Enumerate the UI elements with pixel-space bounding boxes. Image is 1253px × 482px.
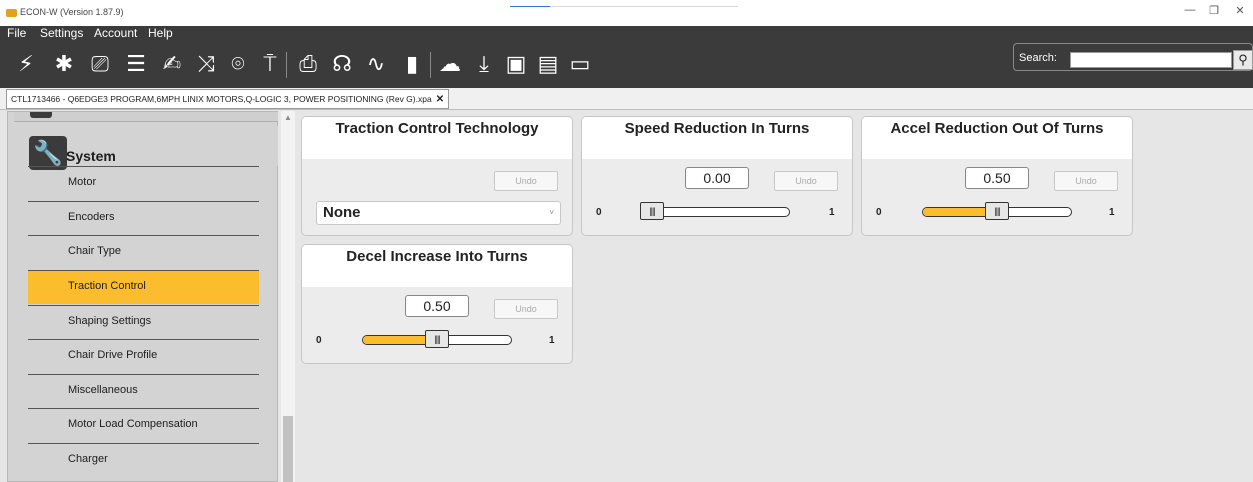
sidebar-scrollbar[interactable]: ▲ (281, 111, 295, 482)
document-tab-strip: CTL1713466 - Q6EDGE3 PROGRAM,6MPH LINIX … (0, 88, 1253, 110)
shuffle-icon[interactable]: ⤨ (192, 52, 220, 78)
battery-icon[interactable]: ▮ (398, 52, 426, 78)
camera-icon[interactable]: ⌾ (224, 52, 252, 78)
tab-close-icon[interactable]: ✕ (436, 94, 444, 105)
window-title: ECON-W (Version 1.87.9) (20, 7, 124, 17)
sidebar-item-miscellaneous[interactable]: Miscellaneous (28, 374, 259, 408)
sidebar-item-traction-control[interactable]: Traction Control (28, 270, 259, 304)
cloud-icon[interactable]: ☁ (436, 52, 464, 78)
slider-max-label: 1 (829, 207, 835, 218)
value-field[interactable]: 0.00 (685, 167, 749, 189)
value-field[interactable]: 0.50 (405, 295, 469, 317)
menu-help[interactable]: Help (148, 26, 173, 40)
toolbar-separator (286, 52, 287, 78)
sidebar-previous-section[interactable] (14, 112, 278, 122)
cast-icon[interactable]: ⎚ (86, 52, 114, 78)
close-button[interactable]: ✕ (1230, 4, 1250, 17)
card-title: Decel Increase Into Turns (302, 245, 572, 287)
stethoscope-icon[interactable]: ☊ (328, 52, 356, 78)
undo-button[interactable]: Undo (1054, 171, 1118, 191)
decel-increase-card: Decel Increase Into Turns 0.50 Undo 0 ||… (301, 244, 573, 364)
slider-max-label: 1 (1109, 207, 1115, 218)
clipboard-icon[interactable]: ▤ (534, 52, 562, 78)
scroll-up-icon[interactable]: ▲ (284, 113, 292, 122)
traction-control-select[interactable]: None ˅ (316, 201, 561, 225)
slider-knob[interactable]: |||| (425, 330, 449, 348)
card-title: Traction Control Technology (302, 117, 572, 159)
search-icon[interactable]: ⚲ (1233, 50, 1253, 70)
document-tab-label: CTL1713466 - Q6EDGE3 PROGRAM,6MPH LINIX … (11, 94, 432, 104)
image-icon[interactable]: ▣ (502, 52, 530, 78)
sidebar: 🔧 System Motor Encoders Chair Type Tract… (7, 111, 278, 482)
search-label: Search: (1019, 52, 1057, 64)
value-field[interactable]: 0.50 (965, 167, 1029, 189)
section-header-system[interactable]: 🔧 System (14, 126, 278, 170)
undo-button[interactable]: Undo (494, 299, 558, 319)
menu-settings[interactable]: Settings (40, 26, 83, 40)
sidebar-item-chair-type[interactable]: Chair Type (28, 235, 259, 269)
title-accent-line (510, 6, 738, 7)
sidebar-item-charger[interactable]: Charger (28, 443, 259, 477)
undo-button[interactable]: Undo (494, 171, 558, 191)
section-title: System (66, 148, 116, 164)
slider-knob[interactable]: |||| (985, 202, 1009, 220)
menu-account[interactable]: Account (94, 26, 137, 40)
antenna-icon[interactable]: ⍑ (256, 52, 284, 78)
accel-reduction-card: Accel Reduction Out Of Turns 0.50 Undo 0… (861, 116, 1133, 236)
connect-icon[interactable]: ⚡ (12, 52, 40, 78)
sidebar-item-motor[interactable]: Motor (28, 166, 259, 200)
download-icon[interactable]: ⤓ (470, 52, 498, 78)
sidebar-item-motor-load-compensation[interactable]: Motor Load Compensation (28, 408, 259, 442)
maximize-button[interactable]: ❐ (1204, 4, 1224, 17)
scrollbar-thumb[interactable] (283, 416, 293, 482)
toolbar-separator (430, 52, 431, 78)
menu-bar: File Settings Account Help (0, 26, 1253, 40)
menu-file[interactable]: File (7, 26, 26, 40)
slider-max-label: 1 (549, 335, 555, 346)
pen-icon[interactable]: ✍ (158, 52, 186, 78)
select-value: None (323, 204, 361, 221)
document-tab[interactable]: CTL1713466 - Q6EDGE3 PROGRAM,6MPH LINIX … (6, 89, 450, 109)
slider-min-label: 0 (876, 207, 882, 218)
speed-reduction-card: Speed Reduction In Turns 0.00 Undo 0 |||… (581, 116, 853, 236)
message-icon[interactable]: ▭ (566, 52, 594, 78)
title-bar: ECON-W (Version 1.87.9) — ❐ ✕ (0, 0, 1253, 26)
undo-button[interactable]: Undo (774, 171, 838, 191)
app-logo-icon (6, 9, 17, 17)
sidebar-item-chair-drive-profile[interactable]: Chair Drive Profile (28, 339, 259, 373)
search-input[interactable] (1070, 52, 1232, 68)
minimize-button[interactable]: — (1180, 4, 1200, 16)
monitor-icon[interactable]: ⎙ (294, 52, 322, 78)
wrench-icon: 🔧 (29, 136, 67, 170)
traction-control-card: Traction Control Technology Undo None ˅ (301, 116, 573, 236)
slider-knob[interactable]: |||| (640, 202, 664, 220)
sidebar-item-encoders[interactable]: Encoders (28, 201, 259, 235)
bluetooth-icon[interactable]: ✱ (50, 52, 78, 78)
chevron-down-icon: ˅ (549, 208, 554, 217)
sidebar-item-shaping-settings[interactable]: Shaping Settings (28, 305, 259, 339)
slider-min-label: 0 (316, 335, 322, 346)
slider-min-label: 0 (596, 207, 602, 218)
card-title: Speed Reduction In Turns (582, 117, 852, 159)
card-title: Accel Reduction Out Of Turns (862, 117, 1132, 159)
list-icon[interactable]: ☰ (122, 52, 150, 78)
pulse-icon[interactable]: ∿ (362, 52, 390, 78)
